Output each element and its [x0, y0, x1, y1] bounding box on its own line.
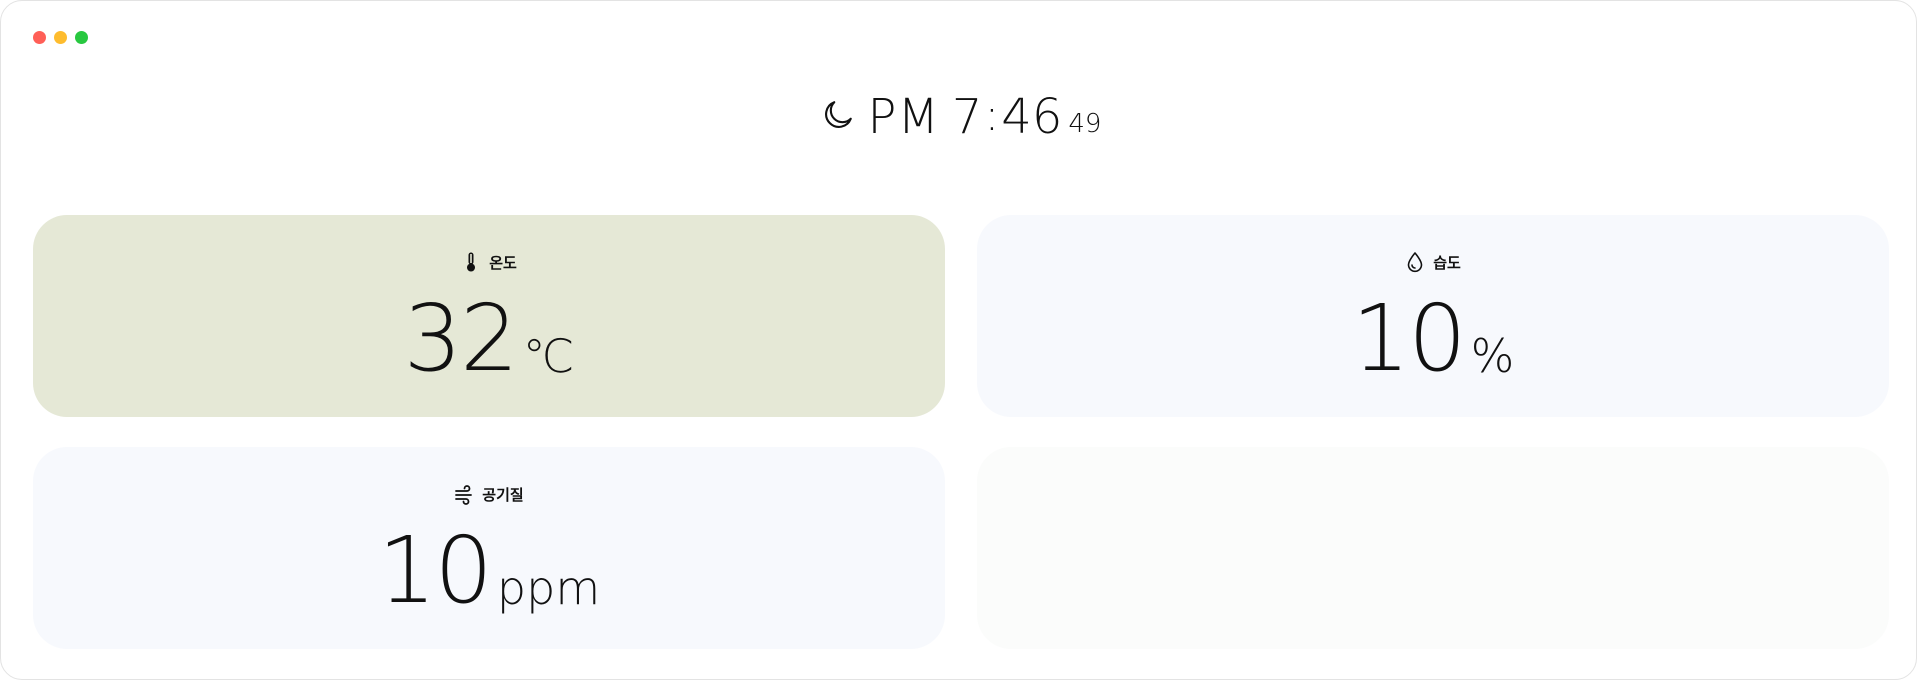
humidity-number: 10 [1351, 285, 1467, 392]
humidity-value: 10 % [977, 293, 1889, 385]
clock-seconds: 49 [1068, 109, 1102, 139]
air-quality-label: 공기질 [482, 485, 524, 504]
humidity-unit: % [1470, 329, 1515, 383]
temperature-value: 32 ℃ [33, 293, 945, 385]
air-quality-number: 10 [377, 517, 493, 624]
humidity-card[interactable]: 습도 10 % [977, 215, 1889, 417]
clock-minute: 46 [1001, 89, 1063, 145]
droplet-icon [1407, 252, 1423, 273]
app-window: PM 7 : 46 49 온도 32 ℃ 습도 10 % 공기질 10 ppm [0, 0, 1917, 680]
moon-icon [824, 101, 852, 128]
temperature-label: 온도 [489, 253, 517, 272]
air-quality-value: 10 ppm [33, 525, 945, 617]
minimize-button[interactable] [54, 31, 67, 44]
temperature-number: 32 [403, 285, 519, 392]
empty-card [977, 447, 1889, 649]
air-quality-header: 공기질 [33, 483, 945, 505]
clock-ampm: PM [867, 89, 940, 145]
clock-hour: 7 [951, 89, 983, 145]
temperature-unit: ℃ [522, 329, 575, 383]
humidity-label: 습도 [1433, 253, 1461, 272]
temperature-card[interactable]: 온도 32 ℃ [33, 215, 945, 417]
zoom-button[interactable] [75, 31, 88, 44]
window-controls [33, 31, 88, 44]
temperature-header: 온도 [33, 251, 945, 273]
clock-colon: : [984, 90, 1000, 141]
humidity-header: 습도 [977, 251, 1889, 273]
thermometer-icon [467, 252, 476, 272]
close-button[interactable] [33, 31, 46, 44]
clock: PM 7 : 46 49 [1, 93, 1919, 141]
air-quality-card[interactable]: 공기질 10 ppm [33, 447, 945, 649]
air-quality-unit: ppm [496, 561, 601, 615]
wind-icon [455, 485, 473, 505]
